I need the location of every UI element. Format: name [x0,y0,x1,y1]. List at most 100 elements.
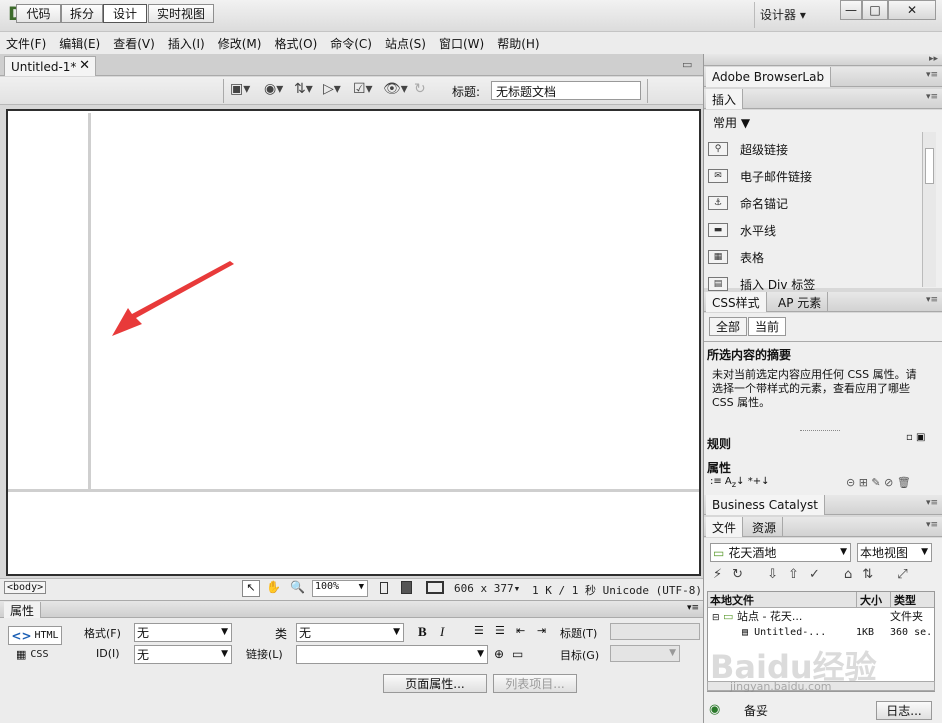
maximize-button[interactable]: □ [862,0,888,20]
insert-tab[interactable]: 插入 [706,89,744,109]
menu-item[interactable]: 文件(F) [6,35,46,52]
title-input[interactable]: 无标题文档 [491,81,641,100]
insert-item[interactable]: ▦ 表格 [708,246,923,268]
split-view-button[interactable]: 拆分 [61,4,103,23]
live-view-button[interactable]: 实时视图 [148,4,214,23]
css-styles-tab[interactable]: CSS样式 [706,292,767,312]
class-select[interactable]: 无 ▼ [296,623,404,642]
select-tool-icon[interactable]: ↖ [242,580,260,597]
file-management-icon[interactable]: ⇅▾ [294,80,313,98]
panel-menu-icon[interactable]: ▾≡ [926,92,938,102]
panel-menu-icon[interactable]: ▾≡ [926,520,938,530]
hand-tool-icon[interactable]: ✋ [266,580,281,594]
menu-item[interactable]: 格式(O) [274,35,317,52]
css-current-button[interactable]: 当前 [748,317,786,336]
preview-browser-icon[interactable]: ◉▾ [264,80,283,98]
refresh-icon[interactable]: ↻ [414,80,426,98]
outdent-icon[interactable]: ⇤ [516,624,525,637]
list-item-button[interactable]: 列表项目... [493,674,577,693]
id-select[interactable]: 无 ▼ [134,645,232,664]
menu-item[interactable]: 帮助(H) [497,35,539,52]
css-actions-icons[interactable]: ⊝ ⊞ ✎ ⊘ 🗑 [846,476,911,489]
zoom-select[interactable]: 100% ▼ [312,580,368,597]
browse-folder-icon[interactable]: ▭ [512,647,523,661]
collapse-icon[interactable]: ⊟ [712,613,720,623]
design-canvas[interactable] [6,109,701,576]
files-toolbar[interactable]: ⚡↻ ⇩⇧✓ ⌂⇅ ⤢ [713,567,918,582]
menu-item[interactable]: 命令(C) [330,35,372,52]
tablet-size-icon[interactable] [401,581,412,594]
insert-scrollbar[interactable] [922,132,936,287]
file-name: Untitled-... [754,626,827,638]
browserlab-tab[interactable]: Adobe BrowserLab [706,67,832,87]
tree-row-site[interactable]: ⊟ ▭ 站点 - 花天... 文件夹 [708,608,934,624]
css-mode-button[interactable]: ▦ CSS [16,648,48,661]
view-select[interactable]: 本地视图 ▼ [857,543,932,562]
mobile-size-icon[interactable] [380,582,388,594]
insert-item[interactable]: ▬ 水平线 [708,219,923,241]
window-size[interactable]: 606 x 377▾ [454,582,520,595]
validate-icon[interactable]: ▷▾ [323,80,341,98]
document-tab[interactable]: Untitled-1* ✕ [4,56,96,76]
ordered-list-icon[interactable]: ☰ [495,624,505,637]
insert-item[interactable]: ⚲ 超级链接 [708,138,923,160]
close-tab-icon[interactable]: ✕ [79,58,90,73]
multiscreen-icon[interactable]: ▣▾ [230,80,250,98]
divider [223,79,224,103]
target-select[interactable]: ▼ [610,645,680,662]
workspace-switcher[interactable]: 设计器 ▾ [760,6,806,23]
business-catalyst-tab[interactable]: Business Catalyst [706,495,825,515]
code-view-button[interactable]: 代码 [16,4,61,23]
restore-panel-icon[interactable]: ▭ [682,58,692,71]
css-all-button[interactable]: 全部 [709,317,747,336]
title-attr-input[interactable] [610,623,700,640]
menu-item[interactable]: 站点(S) [385,35,426,52]
panel-collapse-bar[interactable]: ▸▸ [704,54,942,66]
properties-tab[interactable]: 属性 [4,602,42,619]
splitter[interactable] [800,430,840,431]
italic-icon[interactable]: I [440,624,444,640]
col-local-files[interactable]: 本地文件 [708,592,856,608]
minimize-button[interactable]: — [840,0,862,20]
html-mode-button[interactable]: <> HTML [8,626,62,645]
insert-item[interactable]: ⚓ 命名锚记 [708,192,923,214]
menu-item[interactable]: 插入(I) [168,35,205,52]
insert-item-label: 水平线 [740,223,777,238]
guide-horizontal [8,489,699,492]
design-view-button[interactable]: 设计 [103,4,147,23]
insert-item[interactable]: ✉ 电子邮件链接 [708,165,923,187]
visual-aids-icon[interactable]: 👁▾ [383,80,408,98]
assets-tab[interactable]: 资源 [746,517,784,537]
log-button[interactable]: 日志... [876,701,932,720]
panel-menu-icon[interactable]: ▾≡ [926,70,938,80]
menu-item[interactable]: 编辑(E) [59,35,100,52]
ap-elements-tab[interactable]: AP 元素 [772,292,829,312]
col-size[interactable]: 大小 [856,591,890,608]
page-properties-button[interactable]: 页面属性... [383,674,487,693]
category-view-icon[interactable]: :≡ Az↓ *+↓ [710,476,769,489]
menu-item[interactable]: 查看(V) [113,35,155,52]
menu-item[interactable]: 修改(M) [218,35,262,52]
panel-menu-icon[interactable]: ▾≡ [687,603,699,613]
desktop-size-icon[interactable] [426,581,444,594]
link-input[interactable]: ▼ [296,645,488,664]
panel-menu-icon[interactable]: ▾≡ [926,295,938,305]
site-type: 文件夹 [890,610,923,623]
bold-icon[interactable]: B [418,624,427,640]
format-select[interactable]: 无 ▼ [134,623,232,642]
site-select[interactable]: ▭ 花天酒地 ▼ [710,543,851,562]
tree-row-file[interactable]: ▤ Untitled-... 1KB 360 se. [708,624,934,640]
col-type[interactable]: 类型 [890,591,916,608]
insert-category-select[interactable]: 常用 ▼ [713,114,750,131]
panel-menu-icon[interactable]: ▾≡ [926,498,938,508]
rules-view-icons[interactable]: ▫ ▣ [906,432,925,443]
tag-selector-body[interactable]: <body> [4,581,47,594]
files-tab[interactable]: 文件 [706,517,744,537]
point-to-file-icon[interactable]: ⊕ [494,647,504,661]
menu-item[interactable]: 窗口(W) [439,35,484,52]
close-button[interactable]: ✕ [888,0,936,20]
unordered-list-icon[interactable]: ☰ [474,624,484,637]
zoom-tool-icon[interactable]: 🔍 [290,580,305,594]
indent-icon[interactable]: ⇥ [537,624,546,637]
check-browser-icon[interactable]: ☑▾ [353,80,373,98]
